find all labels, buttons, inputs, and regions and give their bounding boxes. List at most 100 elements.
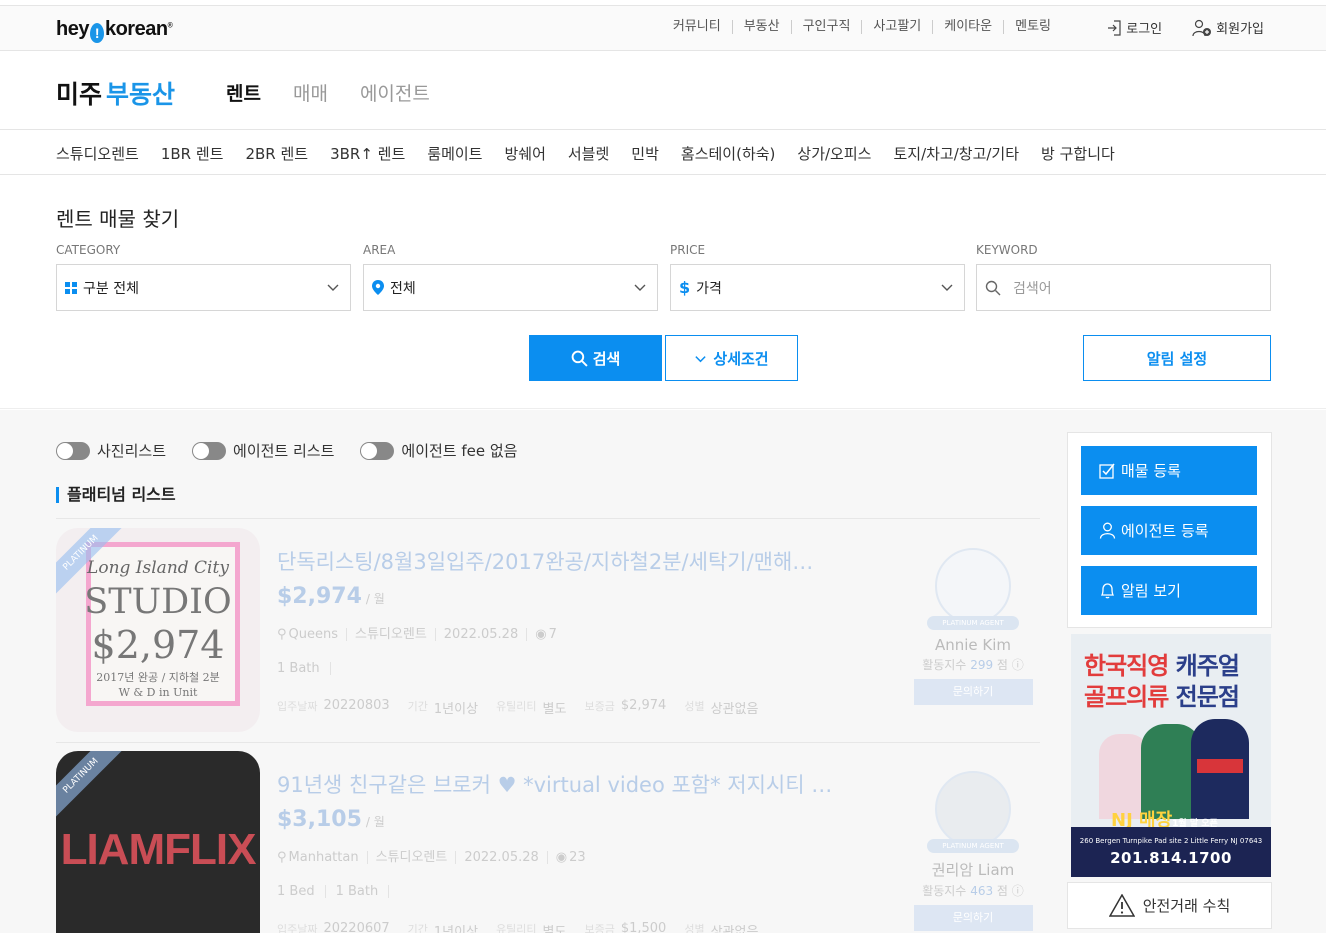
topnav-mentoring[interactable]: 멘토링 bbox=[1003, 20, 1062, 34]
cat-homestay[interactable]: 홈스테이(하숙) bbox=[681, 143, 776, 164]
listing-views: ◉ 7 bbox=[526, 628, 565, 641]
bell-icon bbox=[1100, 583, 1115, 599]
view-alerts-button[interactable]: 알림 보기 bbox=[1081, 566, 1257, 615]
chevron-down-icon bbox=[634, 284, 646, 291]
tab-sale[interactable]: 매매 bbox=[293, 79, 328, 106]
listing-thumbnail[interactable]: LIAMFLIX PLATINUM bbox=[56, 751, 260, 933]
add-user-icon bbox=[1192, 19, 1212, 36]
divider bbox=[56, 518, 1040, 519]
topnav-community[interactable]: 커뮤니티 bbox=[662, 20, 732, 34]
listing-rooms: 1 Bath bbox=[277, 662, 341, 675]
search-button[interactable]: 검색 bbox=[529, 335, 662, 381]
listing-views: ◉ 23 bbox=[546, 850, 594, 865]
cat-sublet[interactable]: 서블렛 bbox=[568, 143, 609, 164]
area-select[interactable]: 전체 bbox=[363, 264, 658, 311]
detail-filter-button[interactable]: 상세조건 bbox=[665, 335, 798, 381]
topnav-realestate[interactable]: 부동산 bbox=[731, 20, 791, 34]
warning-icon bbox=[1108, 894, 1135, 917]
agent-score: 활동지수 299 점 ⓘ bbox=[922, 658, 1024, 672]
keyword-input[interactable]: 검색어 bbox=[976, 264, 1271, 311]
top-bar: hey! korean® 커뮤니티 부동산 구인구직 사고팔기 케이타운 멘토링 … bbox=[0, 5, 1326, 51]
agent-score: 활동지수 463 점 ⓘ bbox=[922, 884, 1024, 898]
avatar[interactable] bbox=[935, 548, 1011, 624]
listing-title[interactable]: 단독리스팅/8월3일입주/2017완공/지하철2분/세탁기/맨해… bbox=[277, 546, 842, 576]
agent-card: PLATINUM AGENT Annie Kim 활동지수 299 점 ⓘ 문의… bbox=[913, 548, 1033, 705]
cat-roommate[interactable]: 룸메이트 bbox=[427, 143, 482, 164]
login-icon bbox=[1108, 19, 1121, 36]
cat-office[interactable]: 상가/오피스 bbox=[797, 143, 871, 164]
dollar-icon: $ bbox=[679, 278, 691, 297]
help-icon[interactable]: ⓘ bbox=[1012, 884, 1024, 898]
section-title: 플래티넘 리스트 bbox=[56, 487, 176, 503]
agent-name[interactable]: Annie Kim bbox=[913, 636, 1033, 654]
advertisement-banner[interactable]: 한국직영 캐주얼 골프의류 전문점 NJ 매장1월 말 오픈 260 Berge… bbox=[1071, 634, 1271, 877]
cat-3br[interactable]: 3BR↑ 렌트 bbox=[330, 143, 405, 164]
cat-1br[interactable]: 1BR 렌트 bbox=[161, 143, 224, 164]
chevron-down-icon bbox=[695, 355, 707, 362]
eye-icon: ◉ bbox=[555, 850, 568, 865]
cat-studio[interactable]: 스튜디오렌트 bbox=[56, 143, 139, 164]
checkbox-icon bbox=[1099, 463, 1115, 479]
platinum-agent-badge: PLATINUM AGENT bbox=[927, 616, 1019, 630]
listing-title[interactable]: 91년생 친구같은 브로커 ♥ *virtual video 포함* 저지시티 … bbox=[277, 769, 842, 799]
signup-link[interactable]: 회원가입 bbox=[1192, 18, 1264, 37]
avatar[interactable] bbox=[935, 771, 1011, 847]
tab-rent[interactable]: 렌트 bbox=[226, 79, 261, 106]
toggle-switch[interactable] bbox=[192, 441, 227, 460]
toggle-no-fee[interactable]: 에이전트 fee 없음 bbox=[360, 440, 517, 461]
tab-agent[interactable]: 에이전트 bbox=[360, 79, 430, 106]
alarm-setting-button[interactable]: 알림 설정 bbox=[1083, 335, 1271, 381]
listing-thumbnail[interactable]: Long Island City STUDIO $2,974 2017년 완공 … bbox=[56, 528, 260, 732]
ad-footer: 260 Bergen Turnpike Pad site 2 Little Fe… bbox=[1071, 827, 1271, 877]
register-listing-button[interactable]: 매물 등록 bbox=[1081, 446, 1257, 495]
category-select[interactable]: 구분 전체 bbox=[56, 264, 351, 311]
toggle-agent-list[interactable]: 에이전트 리스트 bbox=[192, 440, 334, 461]
listing-meta: ⚲ Queens 스튜디오렌트 2022.05.28 ◉ 7 bbox=[277, 628, 565, 641]
price-select[interactable]: $ 가격 bbox=[670, 264, 965, 311]
category-nav: 스튜디오렌트 1BR 렌트 2BR 렌트 3BR↑ 렌트 룸메이트 방쉐어 서블… bbox=[0, 130, 1326, 175]
listing-price: $2,974/ 월 bbox=[277, 584, 385, 609]
ad-models-image bbox=[1091, 714, 1251, 819]
cat-roomshare[interactable]: 방쉐어 bbox=[504, 143, 545, 164]
toggle-switch[interactable] bbox=[56, 441, 90, 460]
register-agent-button[interactable]: 에이전트 등록 bbox=[1081, 506, 1257, 555]
help-icon[interactable]: ⓘ bbox=[1012, 658, 1024, 672]
inquiry-button[interactable]: 문의하기 bbox=[913, 679, 1033, 705]
topnav-market[interactable]: 사고팔기 bbox=[861, 20, 932, 34]
listing-item[interactable]: Long Island City STUDIO $2,974 2017년 완공 … bbox=[56, 528, 1040, 738]
listing-rooms: 1 Bed 1 Bath bbox=[277, 885, 399, 898]
location-pin-icon bbox=[372, 280, 384, 295]
cat-land[interactable]: 토지/차고/창고/기타 bbox=[893, 143, 1019, 164]
area-field: AREA 전체 bbox=[363, 243, 658, 311]
cat-wanted[interactable]: 방 구합니다 bbox=[1041, 143, 1115, 164]
heykorean-logo[interactable]: hey! korean® bbox=[56, 18, 173, 43]
login-link[interactable]: 로그인 bbox=[1106, 18, 1162, 37]
toggle-switch[interactable] bbox=[360, 441, 395, 460]
topnav-jobs[interactable]: 구인구직 bbox=[790, 20, 862, 34]
safe-trade-button[interactable]: 안전거래 수칙 bbox=[1067, 882, 1272, 929]
agent-card: PLATINUM AGENT 권리암 Liam 활동지수 463 점 ⓘ 문의하… bbox=[913, 771, 1033, 931]
platinum-ribbon: PLATINUM bbox=[56, 751, 128, 823]
listing-item[interactable]: LIAMFLIX PLATINUM 91년생 친구같은 브로커 ♥ *virtu… bbox=[56, 751, 1040, 933]
auth-links: 로그인 회원가입 bbox=[1076, 18, 1264, 37]
inquiry-button[interactable]: 문의하기 bbox=[913, 905, 1033, 931]
top-nav: 커뮤니티 부동산 구인구직 사고팔기 케이타운 멘토링 bbox=[662, 20, 1062, 34]
ad-line-2: 골프의류 전문점 bbox=[1084, 683, 1240, 711]
topnav-ktown[interactable]: 케이타운 bbox=[932, 20, 1003, 34]
sidebar-actions: 매물 등록 에이전트 등록 알림 보기 bbox=[1067, 432, 1272, 628]
price-field: PRICE $ 가격 bbox=[670, 243, 965, 311]
listing-location: ⚲ Manhattan bbox=[277, 850, 359, 865]
listing-details: 입주날짜 20220803 기간 1년이상 유틸리티 별도 보증금 $2,974 성별 상… bbox=[277, 698, 759, 717]
location-pin-icon: ⚲ bbox=[277, 627, 287, 642]
divider bbox=[56, 742, 1040, 743]
search-icon bbox=[985, 280, 1001, 296]
cat-2br[interactable]: 2BR 렌트 bbox=[245, 143, 308, 164]
listing-area: 사진리스트 에이전트 리스트 에이전트 fee 없음 플래티넘 리스트 Long… bbox=[0, 410, 1326, 933]
search-icon bbox=[571, 350, 588, 367]
page-title[interactable]: 미주 부동산 bbox=[56, 75, 175, 111]
cat-minbak[interactable]: 민박 bbox=[631, 143, 659, 164]
agent-name[interactable]: 권리암 Liam bbox=[913, 859, 1033, 880]
listing-price: $3,105/ 월 bbox=[277, 807, 385, 832]
toggle-photo-list[interactable]: 사진리스트 bbox=[56, 440, 166, 461]
listing-meta: ⚲ Manhattan 스튜디오렌트 2022.05.28 ◉ 23 bbox=[277, 851, 594, 864]
